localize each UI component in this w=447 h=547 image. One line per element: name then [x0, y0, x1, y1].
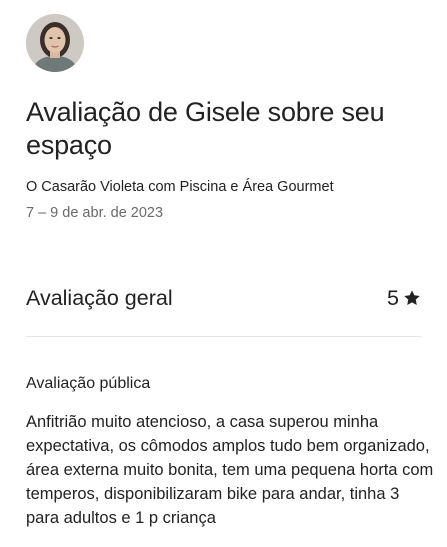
page-title: Avaliação de Gisele sobre seu espaço — [26, 97, 385, 160]
public-review-heading: Avaliação pública — [26, 375, 151, 392]
overall-rating-score: 5 — [387, 286, 421, 311]
listing-name: O Casarão Violeta com Piscina e Área Gou… — [26, 179, 334, 195]
stay-dates: 7 – 9 de abr. de 2023 — [26, 205, 164, 221]
public-review-text: Anfitrião muito atencioso, a casa supero… — [26, 413, 434, 527]
avatar-photo — [26, 14, 84, 72]
overall-rating-label: Avaliação geral — [26, 285, 173, 310]
section-divider — [26, 336, 421, 337]
star-icon — [404, 290, 420, 305]
overall-rating-value: 5 — [387, 285, 399, 310]
overall-rating-row: Avaliação geral 5 — [26, 282, 421, 314]
reviewer-avatar[interactable] — [26, 14, 84, 72]
